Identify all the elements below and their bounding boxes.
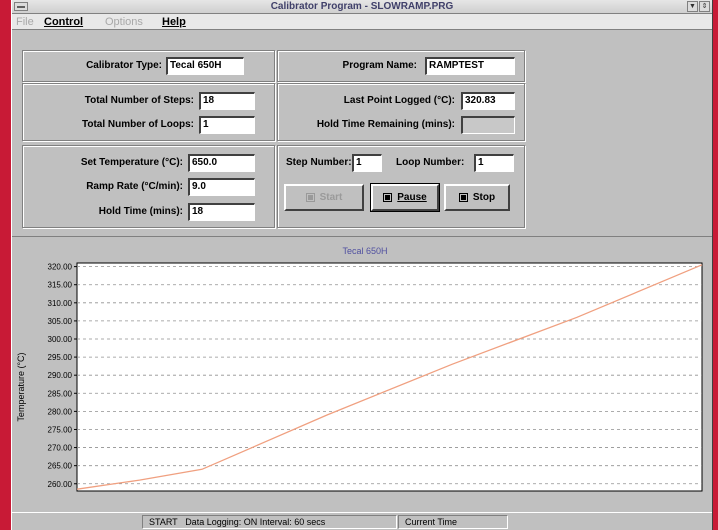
last-point-field: 320.83 [461,92,515,110]
set-temperature-label: Set Temperature (°C): [80,157,183,168]
calibrator-type-field[interactable]: Tecal 650H [166,57,244,75]
setpoint-group: Set Temperature (°C): 650.0 Ramp Rate (°… [22,145,275,228]
status-state: START [149,517,178,527]
y-axis-ticks: 320.00 315.00 310.00 305.00 300.00 295.00 290.… [48,263,77,489]
step-number-label: Step Number: [286,157,352,168]
start-icon [305,193,315,202]
y-tick-label: 305.00 [48,317,73,326]
total-loops-field[interactable]: 1 [199,116,255,134]
total-steps-label: Total Number of Steps: [84,95,194,106]
y-tick-label: 320.00 [48,263,73,272]
y-tick-label: 260.00 [48,480,73,489]
menu-bar: File Control Options Help [12,14,712,30]
run-control-group: Step Number: 1 Loop Number: 1 Start Paus… [277,145,525,228]
menu-file[interactable]: File [16,15,34,29]
y-tick-label: 310.00 [48,299,73,308]
y-tick-label: 300.00 [48,335,73,344]
loop-number-label: Loop Number: [396,157,465,168]
pause-button[interactable]: Pause [370,183,440,212]
ramp-rate-label: Ramp Rate (°C/min): [86,181,183,192]
menu-control-label: Control [44,16,84,28]
status-logging: START Data Logging: ON Interval: 60 secs [142,515,397,529]
program-name-field[interactable]: RAMPTEST [425,57,515,75]
status-data-logging: Data Logging: ON Interval: 60 secs [185,517,326,527]
status-bar: START Data Logging: ON Interval: 60 secs… [12,512,712,530]
hold-time-label: Hold Time (mins): [98,206,183,217]
y-tick-label: 275.00 [48,425,73,434]
window-title: Calibrator Program - SLOWRAMP.PRG [270,1,454,12]
y-tick-label: 290.00 [48,371,73,380]
last-point-label: Last Point Logged (°C): [343,95,455,106]
chart-y-axis-label: Temperature (°C) [16,352,26,421]
pause-button-label: Pause [397,192,427,203]
total-steps-field[interactable]: 18 [199,92,255,110]
calibrator-type-label: Calibrator Type: [86,60,162,71]
y-tick-label: 285.00 [48,389,73,398]
start-button[interactable]: Start [284,184,364,211]
hold-remaining-label: Hold Time Remaining (mins): [316,119,455,130]
hold-time-field[interactable]: 18 [188,203,255,221]
y-tick-label: 295.00 [48,353,73,362]
app-window: Calibrator Program - SLOWRAMP.PRG ▼ ⇕ Fi… [11,0,713,530]
hold-remaining-field [461,116,515,134]
program-name-label: Program Name: [342,60,417,71]
y-tick-label: 270.00 [48,444,73,453]
title-bar[interactable]: Calibrator Program - SLOWRAMP.PRG ▼ ⇕ [12,0,712,14]
minimize-button[interactable]: ▼ [687,1,698,12]
y-tick-label: 265.00 [48,462,73,471]
loop-number-field: 1 [474,154,514,172]
step-number-field: 1 [352,154,382,172]
program-name-group: Program Name: RAMPTEST [277,50,525,82]
plot-area [76,262,703,492]
total-loops-label: Total Number of Loops: [81,119,194,130]
stop-icon [458,193,468,202]
restore-button[interactable]: ⇕ [699,1,710,12]
start-button-label: Start [319,192,343,203]
calibrator-type-group: Calibrator Type: Tecal 650H [22,50,275,82]
steps-group: Total Number of Steps: 18 Total Number o… [22,83,275,141]
y-tick-label: 315.00 [48,281,73,290]
status-current-time: Current Time [398,515,508,529]
logging-group: Last Point Logged (°C): 320.83 Hold Time… [277,83,525,141]
chart-panel: Tecal 650H Temperature (°C) 320.00 315.00… [12,236,712,512]
stop-button-label: Stop [472,192,496,203]
menu-help-label: Help [162,16,186,28]
temperature-chart: Tecal 650H Temperature (°C) 320.00 315.00… [16,246,703,492]
pause-icon [383,193,393,202]
menu-options[interactable]: Options [105,15,143,29]
chart-title: Tecal 650H [342,246,387,256]
menu-help[interactable]: Help [162,15,186,29]
stop-button[interactable]: Stop [444,184,510,211]
set-temperature-field[interactable]: 650.0 [188,154,255,172]
ramp-rate-field[interactable]: 9.0 [188,178,255,196]
y-tick-label: 280.00 [48,407,73,416]
menu-control[interactable]: Control [44,15,83,29]
